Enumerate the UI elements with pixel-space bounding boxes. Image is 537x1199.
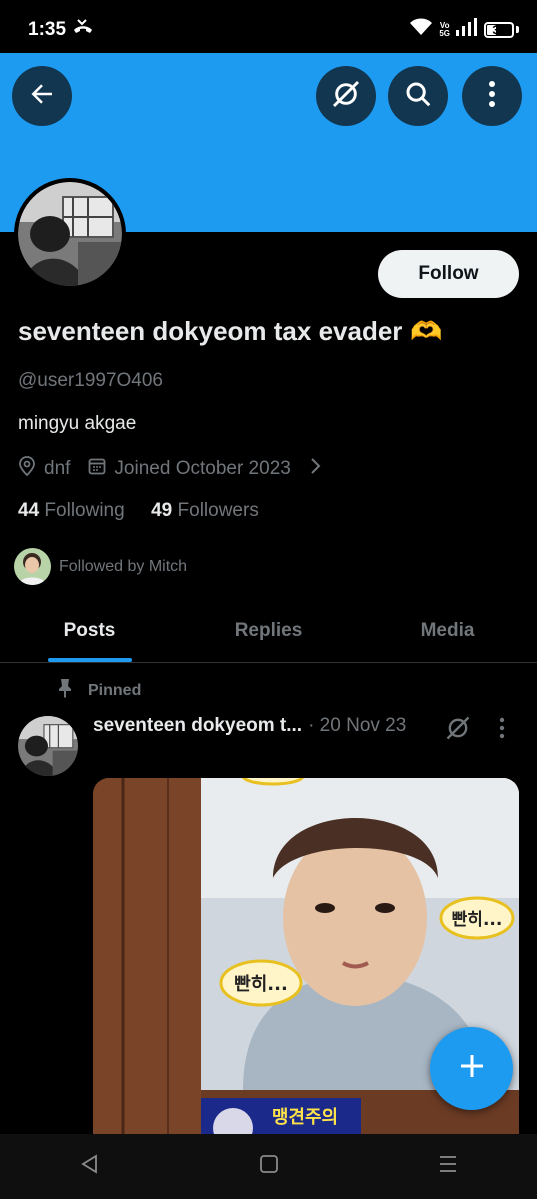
profile-avatar[interactable] [14, 178, 126, 290]
tab-posts-label: Posts [63, 620, 116, 641]
following-link[interactable]: 44 Following [18, 500, 125, 521]
battery-tip [516, 26, 519, 33]
tab-replies[interactable]: Replies [179, 600, 358, 662]
user-handle: @user1997O406 [18, 370, 163, 391]
status-icons: Vo 5G 39 [409, 18, 519, 41]
more-options-button[interactable] [462, 66, 522, 126]
tab-media-label: Media [420, 620, 475, 641]
post-header: seventeen dokyeom t... · 20 Nov 23 [93, 715, 406, 737]
sticker-text-left: 빤히... [234, 974, 288, 995]
wifi-icon [409, 18, 433, 41]
followers-label: Followers [177, 500, 259, 521]
battery-level: 39 [492, 22, 506, 37]
follow-counts: 44 Following 49 Followers [18, 500, 259, 522]
post-author-name[interactable]: seventeen dokyeom t... [93, 715, 302, 737]
post-more-icon[interactable] [498, 716, 506, 745]
arrow-left-icon [27, 79, 57, 114]
followers-count: 49 [151, 500, 173, 521]
status-bar: 1:35 Vo 5G 39 [0, 0, 537, 53]
battery-icon: 39 [484, 21, 514, 38]
pinned-indicator: Pinned [56, 678, 141, 703]
search-icon [403, 79, 433, 114]
system-nav-bar [0, 1134, 537, 1199]
chevron-right-icon[interactable] [309, 457, 329, 481]
mutual-avatar [14, 548, 51, 585]
square-home-icon [259, 1154, 279, 1179]
follow-button[interactable]: Follow [378, 250, 519, 298]
status-time: 1:35 [28, 19, 67, 40]
profile-bio: mingyu akgae [18, 413, 137, 434]
display-name-text: seventeen dokyeom tax evader [18, 316, 403, 346]
missed-call-icon [72, 18, 94, 41]
profile-meta: dnf Joined October 2023 [18, 456, 329, 482]
search-button[interactable] [388, 66, 448, 126]
more-vertical-icon [488, 80, 496, 113]
followed-by[interactable]: Followed by Mitch [14, 548, 187, 585]
system-back-button[interactable] [50, 1142, 130, 1192]
volte-indicator: Vo 5G [439, 21, 450, 38]
tab-replies-label: Replies [234, 620, 303, 641]
heart-hands-emoji: 🫶 [410, 316, 443, 346]
tab-active-indicator [47, 658, 132, 662]
signal-icon [456, 18, 478, 41]
post-author-avatar[interactable] [18, 716, 78, 776]
followed-by-text: Followed by Mitch [59, 557, 188, 575]
post-date[interactable]: · 20 Nov 23 [308, 715, 406, 737]
menu-lines-icon [438, 1154, 458, 1179]
grok-button[interactable] [316, 66, 376, 126]
location-icon [18, 456, 44, 482]
display-name: seventeen dokyeom tax evader 🫶 [18, 316, 443, 347]
pinned-label: Pinned [88, 681, 142, 699]
following-label: Following [44, 500, 125, 521]
system-recents-button[interactable] [408, 1142, 488, 1192]
profile-photo [18, 182, 122, 286]
sign-text: 맹견주의 [272, 1107, 338, 1128]
post-grok-icon[interactable] [444, 714, 472, 747]
following-count: 44 [18, 500, 40, 521]
triangle-back-icon [80, 1154, 100, 1179]
location-text: dnf [44, 458, 71, 479]
grok-icon [330, 78, 362, 115]
pin-icon [56, 678, 74, 703]
tab-posts[interactable]: Posts [0, 600, 179, 662]
tab-media[interactable]: Media [358, 600, 537, 662]
joined-date: Joined October 2023 [114, 458, 291, 479]
volte-bottom-label: 5G [439, 28, 450, 38]
back-button[interactable] [12, 66, 72, 126]
calendar-icon [88, 457, 114, 481]
plus-icon [458, 1052, 486, 1085]
sticker-text-right: 빤히... [452, 910, 503, 930]
profile-tabs: Posts Replies Media [0, 600, 537, 663]
followers-link[interactable]: 49 Followers [151, 500, 259, 521]
compose-post-button[interactable] [430, 1027, 513, 1110]
system-home-button[interactable] [229, 1142, 309, 1192]
